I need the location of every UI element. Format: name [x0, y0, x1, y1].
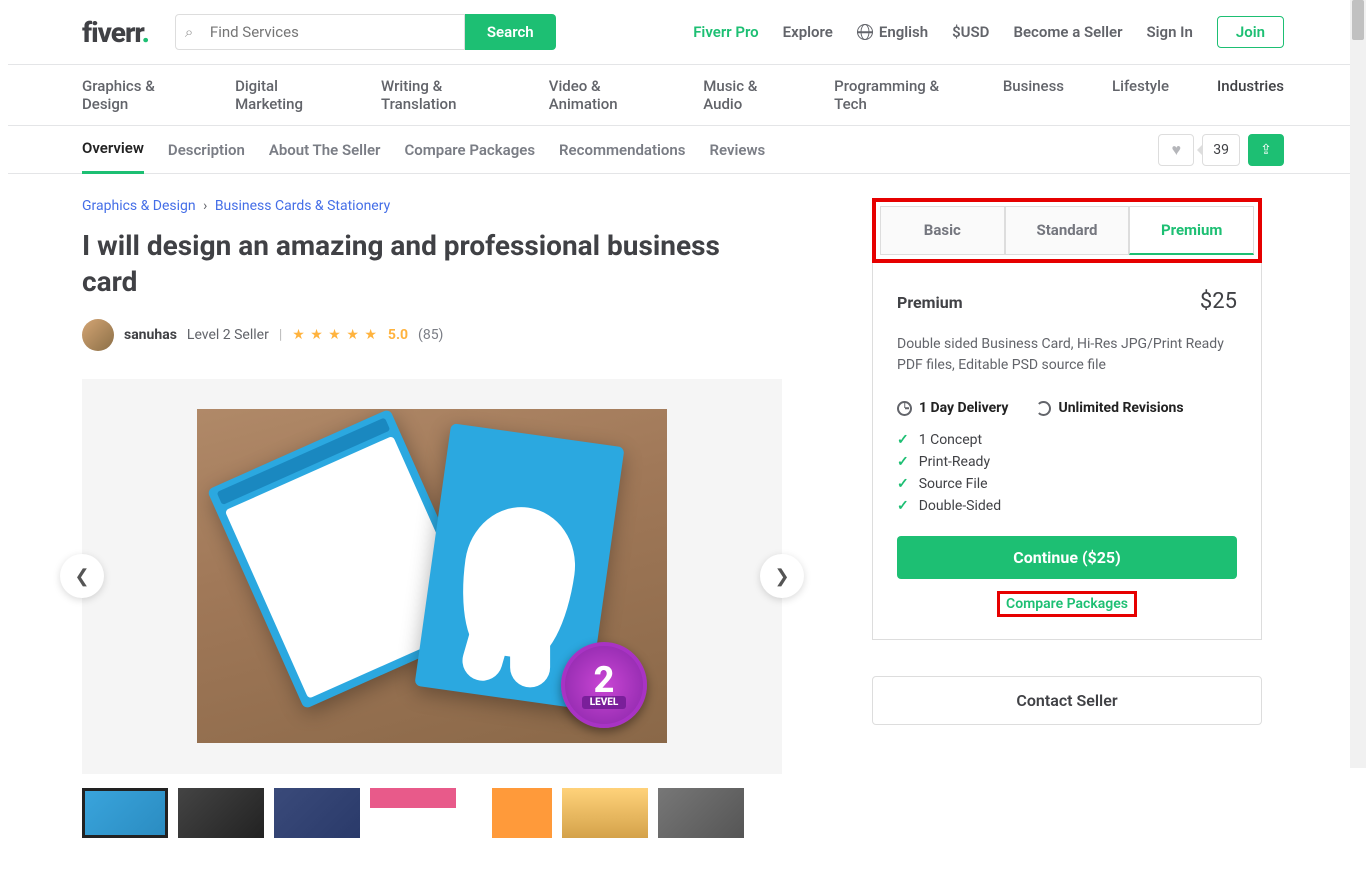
gignav-compare-packages[interactable]: Compare Packages — [404, 127, 535, 173]
heart-icon: ♥ — [1172, 140, 1182, 160]
nav-language[interactable]: English — [857, 23, 928, 41]
thumb-6[interactable] — [562, 788, 648, 838]
search-box: ⌕ Search — [175, 14, 556, 50]
review-count: (85) — [418, 327, 443, 343]
level-badge: 2 LEVEL — [561, 642, 647, 728]
thumb-2[interactable] — [178, 788, 264, 838]
gallery-thumbs — [82, 788, 782, 838]
revisions: Unlimited Revisions — [1036, 400, 1183, 416]
avatar[interactable] — [82, 319, 114, 351]
nav-signin[interactable]: Sign In — [1146, 23, 1192, 41]
join-button[interactable]: Join — [1217, 16, 1284, 48]
gallery-next[interactable]: ❯ — [760, 554, 804, 598]
package-panel: Premium $25 Double sided Business Card, … — [872, 263, 1262, 640]
gignav-reviews[interactable]: Reviews — [709, 127, 765, 173]
check-icon: ✓ — [897, 454, 909, 470]
share-button[interactable]: ⇪ — [1248, 134, 1284, 166]
cat-graphics-design[interactable]: Graphics & Design — [82, 65, 187, 125]
breadcrumb-subcategory[interactable]: Business Cards & Stationery — [215, 198, 390, 214]
continue-button[interactable]: Continue ($25) — [897, 536, 1237, 579]
gallery-main-image[interactable]: 2 LEVEL — [197, 409, 667, 743]
globe-icon — [857, 24, 873, 40]
gig-gallery: ❮ 2 LEVEL ❯ — [82, 379, 782, 774]
feature-item: ✓Double-Sided — [897, 498, 1237, 514]
thumb-3[interactable] — [274, 788, 360, 838]
check-icon: ✓ — [897, 498, 909, 514]
seller-name[interactable]: sanuhas — [124, 327, 177, 343]
cat-lifestyle[interactable]: Lifestyle — [1112, 65, 1169, 125]
breadcrumb-sep: › — [203, 198, 207, 214]
tab-basic[interactable]: Basic — [880, 206, 1005, 255]
gignav-recommendations[interactable]: Recommendations — [559, 127, 685, 173]
feature-item: ✓Source File — [897, 476, 1237, 492]
page-title: I will design an amazing and professiona… — [82, 228, 782, 301]
category-nav: Graphics & Design Digital Marketing Writ… — [8, 65, 1358, 126]
delivery-time: 1 Day Delivery — [897, 400, 1008, 416]
refresh-icon — [1036, 401, 1051, 416]
cat-digital-marketing[interactable]: Digital Marketing — [235, 65, 333, 125]
star-icons: ★ ★ ★ ★ ★ — [292, 327, 378, 343]
share-icon: ⇪ — [1260, 142, 1272, 158]
cat-writing-translation[interactable]: Writing & Translation — [381, 65, 501, 125]
search-button[interactable]: Search — [465, 14, 556, 50]
header: fiverr. ⌕ Search Fiverr Pro Explore Engl… — [8, 0, 1358, 65]
package-tabs-highlight: Basic Standard Premium — [872, 198, 1262, 263]
nav-currency[interactable]: $USD — [952, 23, 989, 41]
cat-business[interactable]: Business — [1003, 65, 1064, 125]
seller-level: Level 2 Seller — [187, 327, 269, 343]
package-name: Premium — [897, 293, 963, 312]
tab-premium[interactable]: Premium — [1129, 206, 1254, 255]
check-icon: ✓ — [897, 476, 909, 492]
thumb-1[interactable] — [82, 788, 168, 838]
nav-pro[interactable]: Fiverr Pro — [693, 23, 758, 41]
feature-item: ✓Print-Ready — [897, 454, 1237, 470]
search-icon: ⌕ — [185, 23, 193, 41]
compare-packages-link[interactable]: Compare Packages — [997, 591, 1137, 617]
thumb-4[interactable] — [370, 788, 456, 838]
gig-nav: Overview Description About The Seller Co… — [8, 126, 1358, 174]
search-input[interactable] — [175, 14, 465, 50]
favorite-button[interactable]: ♥ — [1158, 134, 1194, 166]
cat-music-audio[interactable]: Music & Audio — [703, 65, 786, 125]
scrollbar[interactable] — [1350, 0, 1366, 768]
cat-industries[interactable]: Industries — [1217, 65, 1284, 125]
nav-become-seller[interactable]: Become a Seller — [1013, 23, 1122, 41]
clock-icon — [897, 401, 912, 416]
seller-row: sanuhas Level 2 Seller | ★ ★ ★ ★ ★ 5.0 (… — [82, 319, 782, 351]
top-nav: Fiverr Pro Explore English $USD Become a… — [693, 16, 1284, 48]
rating-value: 5.0 — [388, 327, 408, 343]
contact-seller-button[interactable]: Contact Seller — [872, 676, 1262, 725]
package-price: $25 — [1200, 289, 1237, 314]
gallery-prev[interactable]: ❮ — [60, 554, 104, 598]
favorite-count: 39 — [1202, 134, 1240, 166]
gignav-overview[interactable]: Overview — [82, 125, 144, 174]
logo[interactable]: fiverr. — [82, 16, 149, 49]
gignav-description[interactable]: Description — [168, 127, 245, 173]
gignav-about-seller[interactable]: About The Seller — [269, 127, 381, 173]
breadcrumb: Graphics & Design › Business Cards & Sta… — [82, 198, 782, 214]
nav-explore[interactable]: Explore — [783, 23, 833, 41]
cat-programming-tech[interactable]: Programming & Tech — [834, 65, 955, 125]
package-description: Double sided Business Card, Hi-Res JPG/P… — [897, 334, 1237, 376]
thumb-5[interactable] — [466, 788, 552, 838]
cat-video-animation[interactable]: Video & Animation — [549, 65, 655, 125]
tab-standard[interactable]: Standard — [1005, 206, 1130, 255]
scrollbar-thumb[interactable] — [1352, 0, 1364, 40]
check-icon: ✓ — [897, 432, 909, 448]
feature-item: ✓1 Concept — [897, 432, 1237, 448]
thumb-7[interactable] — [658, 788, 744, 838]
breadcrumb-category[interactable]: Graphics & Design — [82, 198, 196, 214]
